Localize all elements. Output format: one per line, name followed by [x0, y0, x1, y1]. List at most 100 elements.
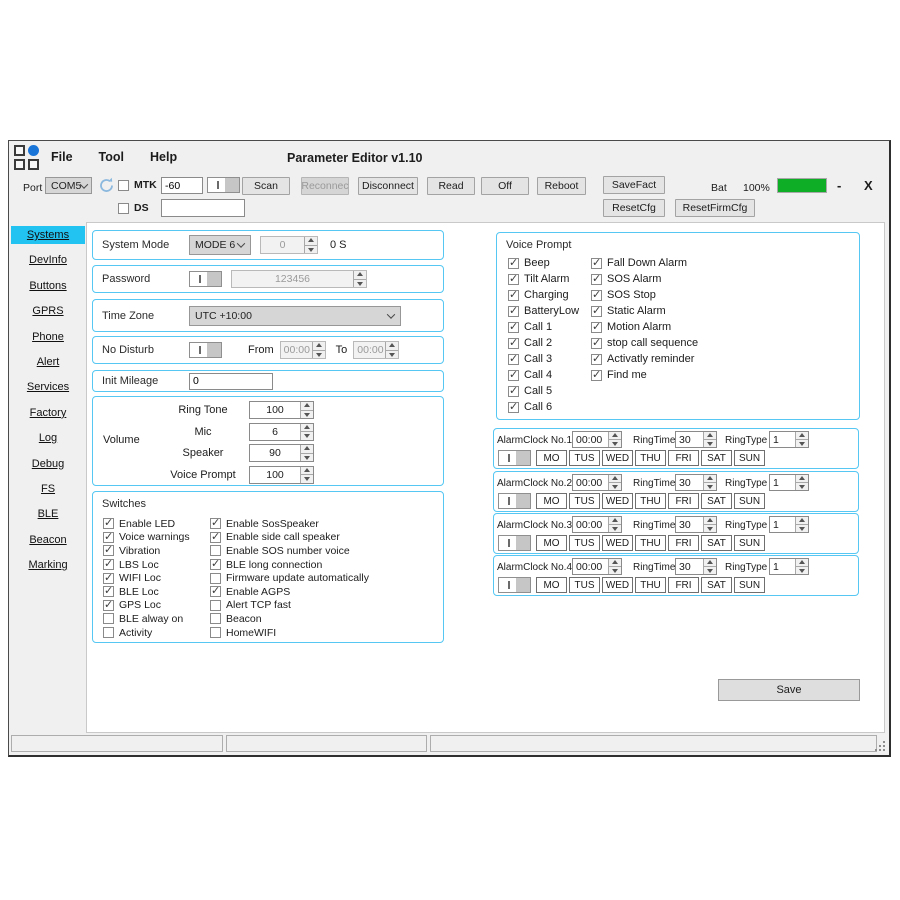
resize-grip-icon[interactable] [883, 749, 885, 751]
sidebar-item[interactable]: DevInfo [11, 251, 85, 269]
spinner-arrows-icon[interactable] [703, 559, 716, 574]
day-button[interactable]: FRI [668, 535, 699, 551]
alarm-time-spinner[interactable]: 00:00 [572, 558, 622, 575]
sidebar-item[interactable]: Factory [11, 404, 85, 422]
switch-checkbox[interactable]: Activity [103, 626, 190, 640]
close-button[interactable]: X [864, 178, 873, 193]
read-button[interactable]: Read [427, 177, 475, 195]
spinner-arrows-icon[interactable] [795, 475, 808, 490]
spinner-arrows-icon[interactable] [300, 445, 313, 461]
spinner-arrows-icon[interactable] [795, 517, 808, 532]
day-button[interactable]: SAT [701, 493, 732, 509]
spinner-arrows-icon[interactable] [795, 559, 808, 574]
switch-checkbox[interactable]: Enable side call speaker [210, 531, 369, 545]
day-button[interactable]: FRI [668, 493, 699, 509]
refresh-icon[interactable] [97, 176, 116, 195]
sidebar-item[interactable]: Debug [11, 455, 85, 473]
reboot-button[interactable]: Reboot [537, 177, 586, 195]
day-button[interactable]: SAT [701, 535, 732, 551]
voice-prompt-checkbox[interactable]: Find me [591, 367, 698, 383]
voice-prompt-checkbox[interactable]: Tilt Alarm [508, 271, 579, 287]
day-button[interactable]: TUS [569, 493, 600, 509]
alarm-toggle[interactable] [498, 577, 531, 593]
ring-type-spinner[interactable]: 1 [769, 516, 809, 533]
voice-prompt-checkbox[interactable]: Call 5 [508, 383, 579, 399]
spinner-arrows-icon[interactable] [608, 517, 621, 532]
no-disturb-toggle[interactable] [189, 342, 222, 358]
voice-prompt-checkbox[interactable]: Call 6 [508, 399, 579, 415]
day-button[interactable]: TUS [569, 535, 600, 551]
switch-checkbox[interactable]: BLE long connection [210, 558, 369, 572]
voice-prompt-checkbox[interactable]: Activatly reminder [591, 351, 698, 367]
day-button[interactable]: WED [602, 535, 633, 551]
voice-prompt-checkbox[interactable]: Fall Down Alarm [591, 255, 698, 271]
voice-prompt-checkbox[interactable]: SOS Stop [591, 287, 698, 303]
voice-prompt-checkbox[interactable]: Call 2 [508, 335, 579, 351]
switch-checkbox[interactable]: Enable LED [103, 517, 190, 531]
voice-prompt-checkbox[interactable]: Charging [508, 287, 579, 303]
spinner-arrows-icon[interactable] [703, 517, 716, 532]
sidebar-item[interactable]: Systems [11, 226, 85, 244]
day-button[interactable]: MO [536, 577, 567, 593]
day-button[interactable]: WED [602, 450, 633, 466]
save-fact-button[interactable]: SaveFact [603, 176, 665, 194]
alarm-time-spinner[interactable]: 00:00 [572, 431, 622, 448]
sidebar-item[interactable]: Buttons [11, 277, 85, 295]
day-button[interactable]: SUN [734, 493, 765, 509]
ring-time-spinner[interactable]: 30 [675, 558, 717, 575]
voice-prompt-checkbox[interactable]: Beep [508, 255, 579, 271]
alarm-toggle[interactable] [498, 535, 531, 551]
day-button[interactable]: SUN [734, 577, 765, 593]
volume-spinner[interactable]: 100 [249, 466, 314, 484]
port-toggle[interactable] [207, 177, 240, 193]
time-zone-select[interactable]: UTC +10:00 [189, 306, 401, 326]
sidebar-item[interactable]: Beacon [11, 531, 85, 549]
menu-item[interactable]: Tool [99, 150, 124, 164]
alarm-toggle[interactable] [498, 450, 531, 466]
ring-type-spinner[interactable]: 1 [769, 431, 809, 448]
day-button[interactable]: MO [536, 450, 567, 466]
switch-checkbox[interactable]: Voice warnings [103, 531, 190, 545]
switch-checkbox[interactable]: Firmware update automatically [210, 571, 369, 585]
day-button[interactable]: WED [602, 493, 633, 509]
spinner-arrows-icon[interactable] [300, 402, 313, 418]
day-button[interactable]: FRI [668, 577, 699, 593]
day-button[interactable]: MO [536, 493, 567, 509]
ring-type-spinner[interactable]: 1 [769, 474, 809, 491]
voice-prompt-checkbox[interactable]: SOS Alarm [591, 271, 698, 287]
day-button[interactable]: TUS [569, 577, 600, 593]
switch-checkbox[interactable]: HomeWIFI [210, 626, 369, 640]
day-button[interactable]: SAT [701, 577, 732, 593]
save-button[interactable]: Save [718, 679, 860, 701]
alarm-time-spinner[interactable]: 00:00 [572, 474, 622, 491]
spinner-arrows-icon[interactable] [608, 475, 621, 490]
init-mileage-input[interactable] [189, 373, 273, 390]
alarm-time-spinner[interactable]: 00:00 [572, 516, 622, 533]
day-button[interactable]: THU [635, 535, 666, 551]
sidebar-item[interactable]: Services [11, 378, 85, 396]
spinner-arrows-icon[interactable] [608, 559, 621, 574]
sidebar-item[interactable]: GPRS [11, 302, 85, 320]
spinner-arrows-icon[interactable] [795, 432, 808, 447]
switch-checkbox[interactable]: GPS Loc [103, 599, 190, 613]
menu-item[interactable]: File [51, 150, 73, 164]
day-button[interactable]: FRI [668, 450, 699, 466]
day-button[interactable]: MO [536, 535, 567, 551]
switch-checkbox[interactable]: Beacon [210, 612, 369, 626]
sidebar-item[interactable]: Phone [11, 328, 85, 346]
spinner-arrows-icon[interactable] [300, 467, 313, 483]
spinner-arrows-icon[interactable] [608, 432, 621, 447]
sidebar-item[interactable]: Marking [11, 556, 85, 574]
voice-prompt-checkbox[interactable]: Call 1 [508, 319, 579, 335]
reset-firm-cfg-button[interactable]: ResetFirmCfg [675, 199, 755, 217]
alarm-toggle[interactable] [498, 493, 531, 509]
volume-spinner[interactable]: 100 [249, 401, 314, 419]
reset-cfg-button[interactable]: ResetCfg [603, 199, 665, 217]
switch-checkbox[interactable]: Alert TCP fast [210, 599, 369, 613]
menu-item[interactable]: Help [150, 150, 177, 164]
sidebar-item[interactable]: BLE [11, 505, 85, 523]
ring-time-spinner[interactable]: 30 [675, 516, 717, 533]
switch-checkbox[interactable]: WIFI Loc [103, 571, 190, 585]
switch-checkbox[interactable]: BLE alway on [103, 612, 190, 626]
day-button[interactable]: THU [635, 493, 666, 509]
